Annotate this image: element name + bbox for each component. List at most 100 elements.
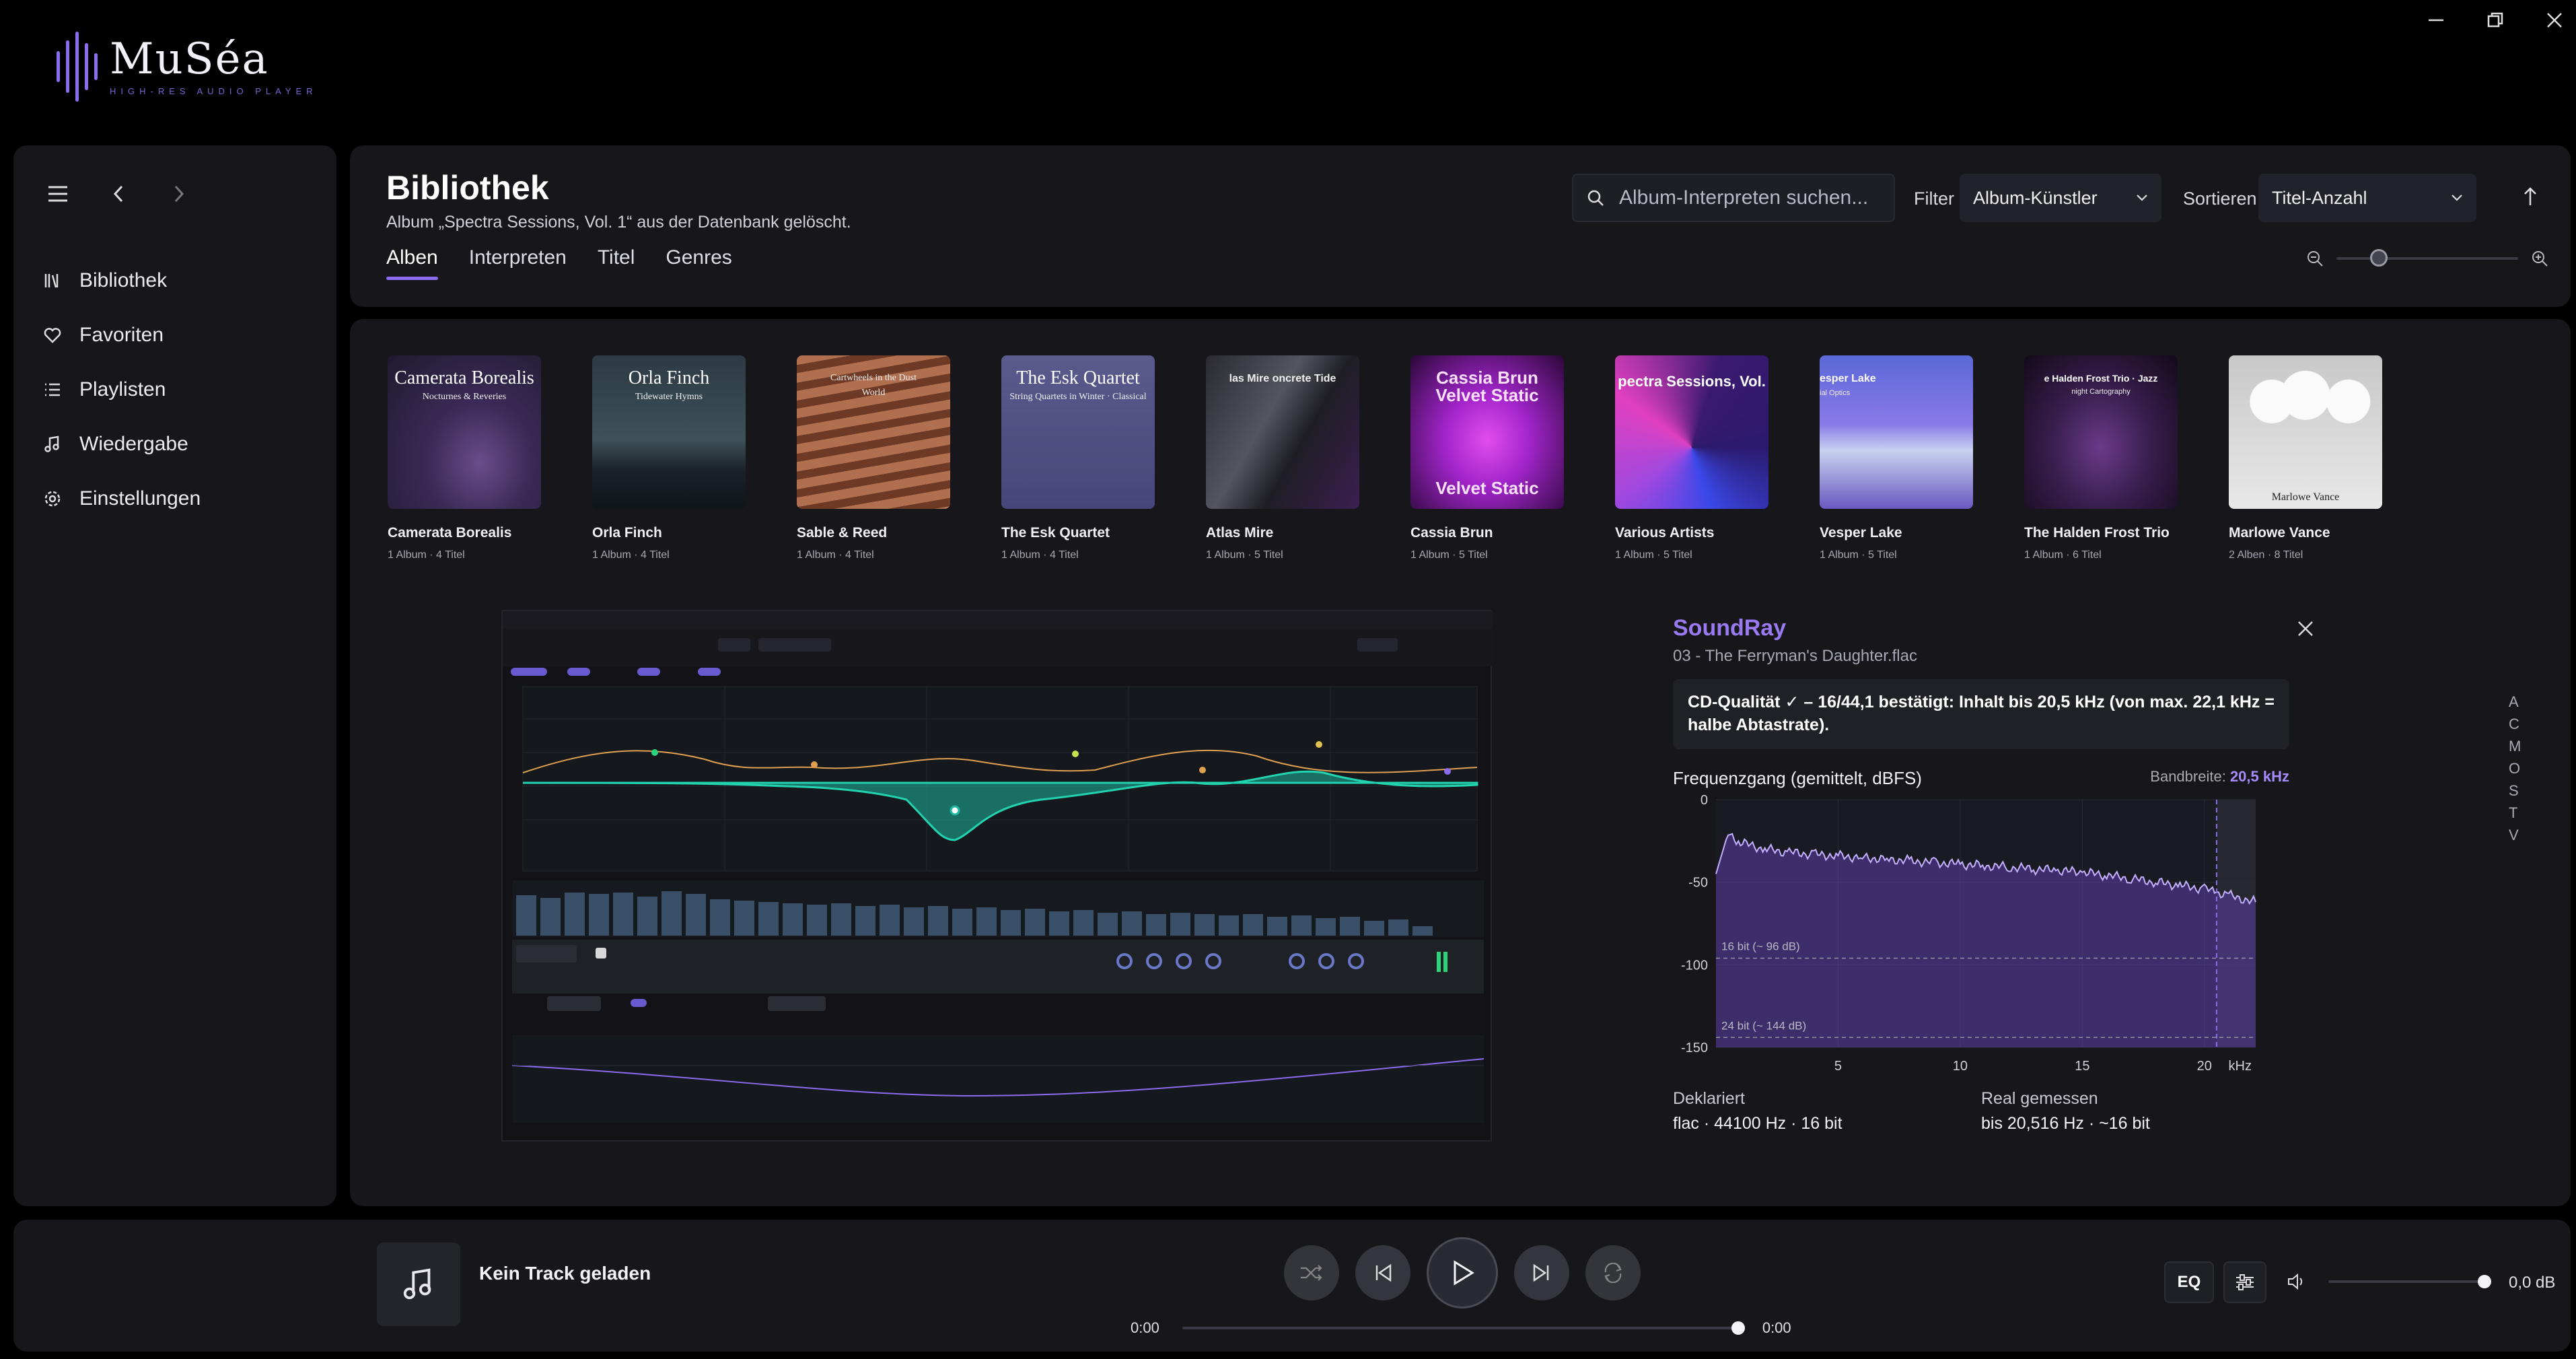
measured-label: Real gemessen bbox=[1981, 1088, 2098, 1108]
album-art-placeholder bbox=[377, 1243, 460, 1326]
page-title: Bibliothek bbox=[386, 169, 549, 207]
album-artist: Atlas Mire bbox=[1206, 525, 1274, 541]
forward-icon[interactable] bbox=[164, 179, 194, 209]
play-button[interactable] bbox=[1427, 1237, 1498, 1309]
shuffle-button[interactable] bbox=[1284, 1245, 1339, 1300]
alpha-index-item[interactable]: T bbox=[2509, 804, 2522, 822]
sidebar-item-bibliothek[interactable]: Bibliothek bbox=[43, 253, 312, 308]
volume-thumb[interactable] bbox=[2478, 1275, 2491, 1288]
album-meta: 1 Album · 4 Titel bbox=[592, 549, 670, 561]
sidebar-item-label: Playlisten bbox=[79, 378, 166, 400]
album-cover: las Mire oncrete Tide bbox=[1206, 355, 1359, 509]
album-artist: The Esk Quartet bbox=[1001, 525, 1110, 541]
album-meta: 1 Album · 5 Titel bbox=[1820, 549, 1897, 561]
album-artist: The Halden Frost Trio bbox=[2024, 525, 2170, 541]
x-tick-label: 5 bbox=[1834, 1059, 1842, 1074]
sidebar-item-favoriten[interactable]: Favoriten bbox=[43, 308, 312, 362]
tab-interpreten[interactable]: Interpreten bbox=[469, 246, 567, 280]
cover-subtitle: Nocturnes & Reveries bbox=[422, 392, 507, 402]
album-meta: 1 Album · 4 Titel bbox=[388, 549, 465, 561]
search-box bbox=[1572, 174, 1895, 222]
cover-title: Cartwheels in the Dust bbox=[830, 373, 917, 383]
skip-back-icon bbox=[1375, 1263, 1392, 1282]
bandwidth-value: 20,5 kHz bbox=[2229, 767, 2289, 785]
alpha-index-item[interactable]: A bbox=[2509, 693, 2522, 711]
sidebar-item-einstellungen[interactable]: Einstellungen bbox=[43, 471, 312, 526]
soundray-file: 03 - The Ferryman's Daughter.flac bbox=[1673, 647, 1917, 665]
album-card[interactable]: Cartwheels in the Dust World Sable & Ree… bbox=[797, 355, 950, 561]
sort-label: Sortieren bbox=[2183, 188, 2257, 209]
alpha-index-item[interactable]: C bbox=[2509, 716, 2522, 733]
sidebar-item-label: Wiedergabe bbox=[79, 432, 188, 455]
x-tick-label: 20 bbox=[2197, 1059, 2212, 1074]
close-icon[interactable] bbox=[2292, 615, 2319, 642]
app-name: MuSéa bbox=[110, 34, 269, 84]
frequency-response-chart: 5 10 15 20 0 -50 -100 -150 kHz 16 bit (~ 96 dB) 24… bbox=[1681, 793, 2256, 1074]
tab-titel[interactable]: Titel bbox=[598, 246, 635, 280]
sidebar-item-playlisten[interactable]: Playlisten bbox=[43, 362, 312, 417]
album-card[interactable]: e Halden Frost Trio · Jazz night Cartogr… bbox=[2024, 355, 2178, 561]
album-card[interactable]: Orla Finch Tidewater Hymns Orla Finch 1 … bbox=[592, 355, 746, 561]
shuffle-icon bbox=[1301, 1265, 1322, 1281]
search-icon bbox=[1587, 190, 1604, 206]
album-cover: e Halden Frost Trio · Jazz night Cartogr… bbox=[2024, 355, 2178, 509]
music-note-icon bbox=[403, 1268, 431, 1300]
cover-subtitle: String Quartets in Winter · Classical bbox=[1009, 392, 1147, 402]
sort-select[interactable]: Titel-Anzahl bbox=[2258, 174, 2476, 222]
album-card[interactable]: pectra Sessions, Vol. Various Artists 1 … bbox=[1615, 355, 1768, 561]
zoom-slider-thumb[interactable] bbox=[2370, 249, 2388, 267]
volume-slider[interactable] bbox=[2328, 1275, 2491, 1288]
sidebar-item-wiedergabe[interactable]: Wiedergabe bbox=[43, 417, 312, 471]
album-card[interactable]: esper Lake ial Optics Vesper Lake 1 Albu… bbox=[1820, 355, 1973, 561]
speaker-icon[interactable] bbox=[2287, 1272, 2307, 1291]
x-tick-label: 15 bbox=[2075, 1059, 2089, 1074]
sliders-button[interactable] bbox=[2223, 1261, 2266, 1303]
album-meta: 1 Album · 6 Titel bbox=[2024, 549, 2102, 561]
zoom-in-icon[interactable] bbox=[2530, 249, 2549, 268]
soundray-panel: SoundRay 03 - The Ferryman's Daughter.fl… bbox=[1673, 615, 2319, 1134]
album-card[interactable]: Camerata Borealis Nocturnes & Reveries C… bbox=[388, 355, 541, 561]
alpha-index-item[interactable]: S bbox=[2509, 782, 2522, 800]
album-card[interactable]: Marlowe Vance Marlowe Vance 2 Alben · 8 … bbox=[2229, 355, 2382, 561]
album-cover: Camerata Borealis Nocturnes & Reveries bbox=[388, 355, 541, 509]
music-note-icon bbox=[44, 435, 59, 452]
zoom-out-icon[interactable] bbox=[2305, 249, 2324, 268]
album-meta: 1 Album · 5 Titel bbox=[1615, 549, 1692, 561]
restore-icon[interactable] bbox=[2480, 8, 2510, 32]
back-icon[interactable] bbox=[104, 179, 133, 209]
minimize-icon[interactable] bbox=[2421, 8, 2451, 32]
next-button[interactable] bbox=[1514, 1245, 1569, 1300]
hamburger-menu-icon[interactable] bbox=[43, 179, 73, 209]
arrow-up-icon bbox=[2524, 187, 2536, 205]
album-card[interactable]: las Mire oncrete Tide Atlas Mire 1 Album… bbox=[1206, 355, 1359, 561]
gear-icon bbox=[44, 491, 61, 506]
previous-button[interactable] bbox=[1355, 1245, 1410, 1300]
x-axis-label: kHz bbox=[2229, 1059, 2252, 1074]
album-card[interactable]: The Esk Quartet String Quartets in Winte… bbox=[1001, 355, 1155, 561]
progress-thumb[interactable] bbox=[1731, 1321, 1745, 1335]
close-window-icon[interactable] bbox=[2540, 8, 2569, 32]
progress-slider[interactable] bbox=[1182, 1321, 1745, 1335]
equalizer-screenshot bbox=[501, 610, 1493, 1142]
alpha-index-item[interactable]: V bbox=[2509, 827, 2522, 844]
cover-subtitle: World bbox=[861, 388, 886, 398]
album-card[interactable]: Cassia Brun Velvet Static Velvet Static … bbox=[1410, 355, 1564, 561]
volume-control bbox=[2287, 1272, 2491, 1291]
search-input[interactable] bbox=[1619, 186, 1875, 209]
x-tick-label: 10 bbox=[1953, 1059, 1968, 1074]
waveform-logo-icon bbox=[57, 30, 98, 104]
sidebar: Bibliothek Favoriten Playlisten Wiederga… bbox=[13, 145, 336, 1206]
tab-genres[interactable]: Genres bbox=[666, 246, 731, 280]
declared-value: flac · 44100 Hz · 16 bit bbox=[1673, 1113, 1842, 1133]
alpha-index-item[interactable]: M bbox=[2509, 738, 2522, 755]
volume-db: 0,0 dB bbox=[2509, 1274, 2556, 1292]
sort-direction-button[interactable] bbox=[2514, 180, 2546, 213]
zoom-slider[interactable] bbox=[2336, 249, 2518, 267]
sidebar-item-label: Bibliothek bbox=[79, 269, 168, 291]
eq-button[interactable]: EQ bbox=[2164, 1261, 2214, 1303]
filter-select[interactable]: Album-Künstler bbox=[1960, 174, 2161, 222]
alpha-index-item[interactable]: O bbox=[2509, 760, 2522, 777]
progress-area: 0:00 0:00 bbox=[1131, 1319, 1791, 1337]
repeat-button[interactable] bbox=[1585, 1245, 1641, 1300]
tab-alben[interactable]: Alben bbox=[386, 246, 438, 280]
